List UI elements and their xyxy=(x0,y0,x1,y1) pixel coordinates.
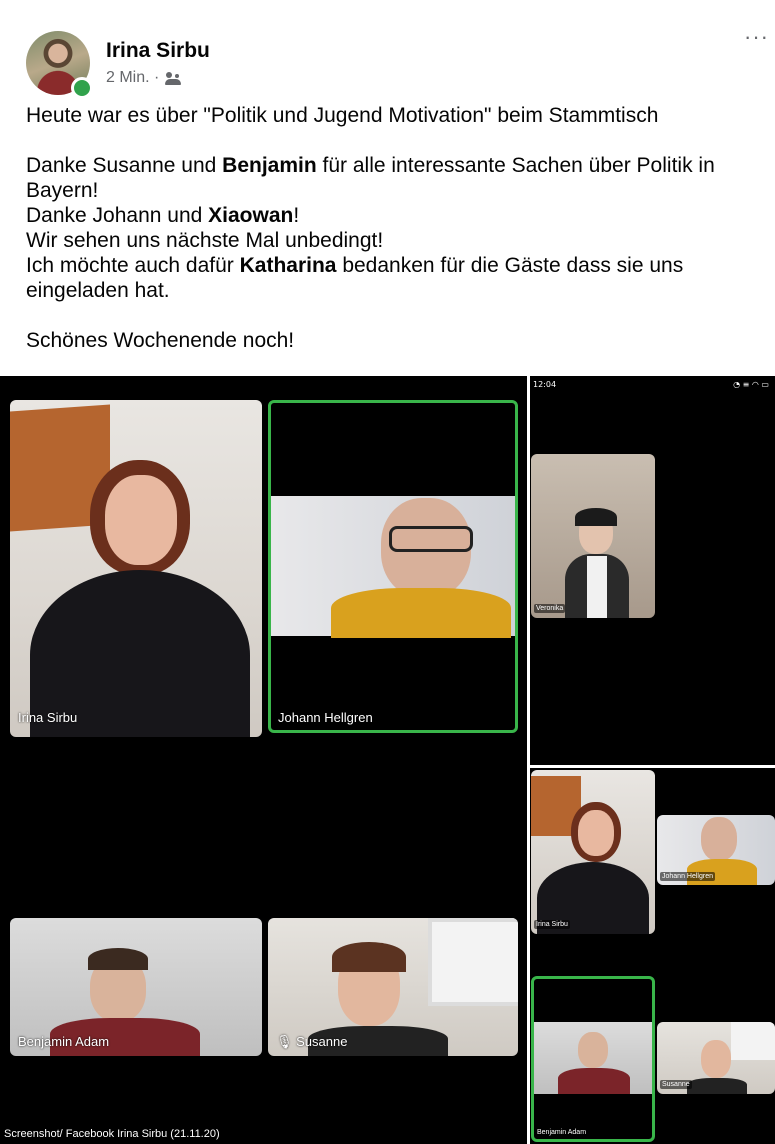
phone-time: 12:04 xyxy=(533,380,557,389)
video-tile-irina: Irina Sirbu xyxy=(10,400,262,737)
phone-status-bar: 12:04 ◔ ≡ ◠ ▭ xyxy=(533,380,773,394)
mention: Benjamin xyxy=(222,154,317,177)
online-status-dot xyxy=(71,77,93,99)
participant-name: Irina Sirbu xyxy=(18,710,78,725)
divider xyxy=(527,376,530,1144)
mini-tile-johann: Johann Hellgren xyxy=(657,815,775,885)
participant-name: Susanne xyxy=(660,1080,692,1089)
mention: Xiaowan xyxy=(208,204,294,227)
participant-name: Johann Hellgren xyxy=(660,872,715,881)
mini-tile-irina: Irina Sirbu xyxy=(531,770,655,934)
post-line: Ich möchte auch dafür Katharina bedanken… xyxy=(26,254,684,302)
friends-icon xyxy=(165,71,182,85)
video-tile-benjamin: Benjamin Adam xyxy=(10,918,262,1056)
mention: Katharina xyxy=(239,254,337,277)
author-name[interactable]: Irina Sirbu xyxy=(106,39,210,63)
video-tile-johann: Johann Hellgren xyxy=(268,400,518,733)
more-options-button[interactable]: ··· xyxy=(744,26,769,48)
post-line: Heute war es über "Politik und Jugend Mo… xyxy=(26,104,659,127)
post-line: Schönes Wochenende noch! xyxy=(26,329,295,352)
participant-name: Veronika xyxy=(534,604,566,613)
video-tile-veronika: Veronika xyxy=(531,454,655,618)
participant-name: Benjamin Adam xyxy=(535,1128,589,1137)
post-line: Danke Johann und Xiaowan! xyxy=(26,204,300,227)
participant-name: Benjamin Adam xyxy=(18,1034,110,1049)
mic-muted-icon: 🎙 xyxy=(276,1034,293,1049)
divider xyxy=(527,765,775,768)
post-header: Irina Sirbu 2 Min. · ··· xyxy=(0,0,775,100)
participant-name: 🎙 Susanne xyxy=(276,1034,348,1049)
mini-tile-benjamin: Benjamin Adam xyxy=(531,976,655,1142)
video-tile-susanne: 🎙 Susanne xyxy=(268,918,518,1056)
wifi-icon: ◔ ≡ ◠ ▭ xyxy=(733,380,769,389)
photo-caption: Screenshot/ Facebook Irina Sirbu (21.11.… xyxy=(4,1128,220,1140)
post-line: Danke Susanne und Benjamin für alle inte… xyxy=(26,154,715,202)
participant-name: Irina Sirbu xyxy=(534,920,570,929)
post-time[interactable]: 2 Min. · xyxy=(106,69,159,87)
post-text: Heute war es über "Politik und Jugend Mo… xyxy=(26,103,761,353)
mini-tile-susanne: Susanne xyxy=(657,1022,775,1094)
post-meta: 2 Min. · xyxy=(106,69,182,87)
post-line: Wir sehen uns nächste Mal unbedingt! xyxy=(26,229,384,252)
participant-name: Johann Hellgren xyxy=(278,710,373,725)
